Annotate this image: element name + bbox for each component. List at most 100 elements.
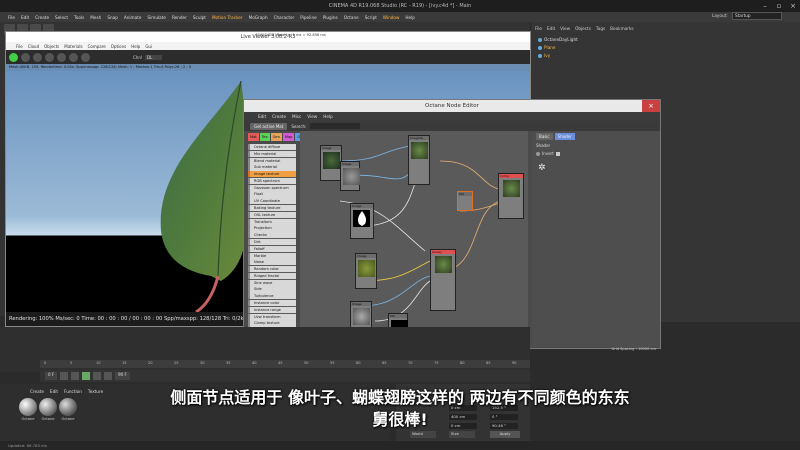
menu-help[interactable]: Help <box>403 15 417 20</box>
live-viewer-menu-gui[interactable]: Gui <box>145 44 152 49</box>
node-list-item[interactable]: Sub material <box>248 164 296 171</box>
object-row[interactable]: Plane <box>538 44 556 51</box>
settings-icon[interactable] <box>81 52 90 62</box>
world-select[interactable]: World <box>410 431 436 438</box>
live-viewer-menu-cloud[interactable]: Cloud <box>28 44 39 49</box>
layout-select[interactable]: Startup <box>732 12 782 20</box>
close-icon[interactable]: × <box>786 0 800 12</box>
close-icon[interactable]: × <box>642 100 660 112</box>
node-list-item[interactable]: Side <box>248 286 296 293</box>
image-texture-node[interactable]: Image <box>340 161 360 191</box>
go-start-icon[interactable] <box>60 372 69 380</box>
node-list-item[interactable]: Noise <box>248 259 296 266</box>
menu-plugins[interactable]: Plugins <box>321 15 340 20</box>
objects-tab-objects[interactable]: Objects <box>575 26 591 31</box>
menu-render[interactable]: Render <box>170 15 189 20</box>
channel-select[interactable]: DL <box>144 54 163 60</box>
node-list-item[interactable]: Instance color <box>248 299 296 307</box>
menu-octane[interactable]: Octane <box>342 15 361 20</box>
menu-edit[interactable]: Edit <box>19 15 31 20</box>
node-editor-menu-view[interactable]: View <box>307 114 317 119</box>
node-list-item[interactable]: Image texture <box>248 171 296 178</box>
frame-start-field[interactable]: 0 F <box>45 372 58 380</box>
menu-window[interactable]: Window <box>381 15 402 20</box>
next-frame-icon[interactable] <box>93 372 102 380</box>
menu-tools[interactable]: Tools <box>72 15 86 20</box>
node-editor-menu-misc[interactable]: Misc <box>292 114 301 119</box>
invert-checkbox[interactable] <box>555 151 560 156</box>
node-list-item[interactable]: Clamp texture <box>248 320 296 327</box>
node-list-item[interactable]: RGB spectrum <box>248 177 296 185</box>
get-active-mat-button[interactable]: Get active Mat <box>250 122 288 130</box>
node-editor-menu-help[interactable]: Help <box>323 114 333 119</box>
menu-mesh[interactable]: Mesh <box>88 15 103 20</box>
node-list-item[interactable]: Uvw transform <box>248 313 296 320</box>
size-select[interactable]: Size <box>449 431 475 438</box>
keyframe-icon[interactable] <box>536 151 540 156</box>
node-list-item[interactable]: Ridged fractal <box>248 272 296 280</box>
menu-character[interactable]: Character <box>272 15 297 20</box>
play-icon[interactable] <box>82 372 91 380</box>
node-list-item[interactable]: Checks <box>248 232 296 239</box>
live-viewer-menu-materials[interactable]: Materials <box>64 44 82 49</box>
stop-icon[interactable] <box>21 52 30 62</box>
mix-node[interactable]: Mix <box>457 191 473 211</box>
node-list-item[interactable]: Falloff <box>248 245 296 252</box>
minimize-icon[interactable]: – <box>758 0 772 12</box>
tab-basic[interactable]: Basic <box>536 133 553 140</box>
image-texture-node[interactable]: Image <box>320 145 342 181</box>
node-editor-menu-create[interactable]: Create <box>272 114 286 119</box>
node-list-item[interactable]: Sine wave <box>248 279 296 286</box>
menu-pipeline[interactable]: Pipeline <box>298 15 318 20</box>
menu-create[interactable]: Create <box>33 15 51 20</box>
tab-shader[interactable]: Shader <box>554 133 575 140</box>
node-list-item[interactable]: Mix material <box>248 150 296 157</box>
menu-select[interactable]: Select <box>53 15 70 20</box>
image-texture-node[interactable]: Image <box>355 253 377 289</box>
object-row[interactable]: Ivy <box>538 52 550 59</box>
glossy-material-node[interactable]: Glossy <box>430 249 456 311</box>
objects-tab-view[interactable]: View <box>560 26 570 31</box>
objects-tab-tags[interactable]: Tags <box>596 26 605 31</box>
node-graph-canvas[interactable]: Image Image Image ImageTe.. Image Image … <box>300 131 528 347</box>
node-list-item[interactable]: Gaussian spectrum <box>248 184 296 191</box>
category-mat[interactable]: Mat <box>248 133 259 141</box>
category-gen[interactable]: Gen <box>270 133 282 141</box>
menu-sculpt[interactable]: Sculpt <box>191 15 208 20</box>
menu-motion-tracker[interactable]: Motion Tracker <box>210 15 245 20</box>
image-texture-node[interactable]: Image <box>350 203 374 239</box>
image-texture-node[interactable]: ImageTe.. <box>408 135 430 185</box>
live-viewer-menu-options[interactable]: Options <box>111 44 126 49</box>
node-list-item[interactable]: Marble <box>248 252 296 259</box>
composite-material-node[interactable]: Comp <box>498 173 524 219</box>
pause-icon[interactable] <box>33 52 42 62</box>
apply-button[interactable]: Apply <box>490 431 520 438</box>
node-list-item[interactable]: Blend material <box>248 157 296 164</box>
menu-file[interactable]: File <box>6 15 17 20</box>
prev-frame-icon[interactable] <box>71 372 80 380</box>
node-list-item[interactable]: Transform <box>248 218 296 225</box>
menu-animate[interactable]: Animate <box>122 15 144 20</box>
lock-icon[interactable] <box>45 52 54 62</box>
node-editor-menu-edit[interactable]: Edit <box>258 114 266 119</box>
go-end-icon[interactable] <box>104 372 113 380</box>
menu-mograph[interactable]: MoGraph <box>247 15 270 20</box>
objects-tab-bookmarks[interactable]: Bookmarks <box>610 26 633 31</box>
node-list-item[interactable]: Projection <box>248 225 296 232</box>
camera-icon[interactable] <box>69 52 78 62</box>
node-list-item[interactable]: OSL texture <box>248 211 296 218</box>
objects-tab-file[interactable]: File <box>535 26 542 31</box>
node-list-item[interactable]: Baking texture <box>248 205 296 212</box>
node-list-item[interactable]: Dirt <box>248 238 296 246</box>
category-map[interactable]: Map <box>282 133 295 141</box>
search-input[interactable] <box>310 123 361 129</box>
category-tex[interactable]: Tex <box>259 133 270 141</box>
live-viewer-menu-help[interactable]: Help <box>131 44 140 49</box>
timeline-ruler[interactable]: 0 5 10 15 20 25 30 35 40 45 50 55 60 65 70 75 80 85 90 <box>40 360 530 368</box>
region-icon[interactable] <box>57 52 66 62</box>
node-list-item[interactable]: UV Coordinate <box>248 198 296 205</box>
node-list-item[interactable]: Instance range <box>248 306 296 313</box>
node-list-item[interactable]: Float <box>248 191 296 198</box>
frame-end-field[interactable]: 90 F <box>115 372 130 380</box>
maximize-icon[interactable]: ▫ <box>772 0 786 12</box>
